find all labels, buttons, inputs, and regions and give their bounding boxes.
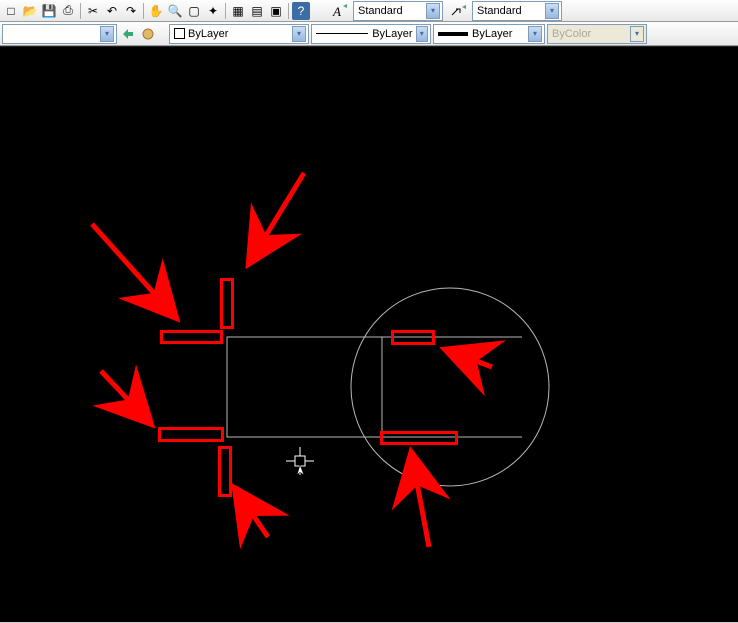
chevron-down-icon: ▾: [100, 26, 114, 42]
text-style-value: Standard: [358, 5, 403, 17]
help-icon[interactable]: ?: [292, 2, 310, 20]
annotation-box: [158, 427, 224, 442]
annotation-box: [220, 278, 234, 329]
chevron-down-icon: ▾: [416, 26, 428, 42]
plot-style-combo: ByColor ▾: [547, 24, 647, 44]
chevron-down-icon: ▾: [528, 26, 542, 42]
linetype-preview-icon: [316, 33, 368, 34]
cut-icon[interactable]: ✂: [84, 2, 102, 20]
annotation-arrow: [248, 173, 304, 265]
color-value: ByLayer: [188, 28, 228, 40]
layer-previous-icon[interactable]: [119, 25, 137, 43]
layer-states-icon[interactable]: [139, 25, 157, 43]
annotation-arrow: [444, 349, 492, 367]
separator: [80, 3, 81, 19]
zoom-window-icon[interactable]: ▢: [185, 2, 203, 20]
lineweight-preview-icon: [438, 32, 468, 36]
separator: [143, 3, 144, 19]
cad-drawing: [0, 47, 738, 623]
dim-style-combo[interactable]: Standard ▾: [472, 1, 562, 21]
toolbar-top: □ 📂 💾 ⎙ ✂ ↶ ↷ ✋ 🔍 ▢ ✦ ▦ ▤ ▣ ? A Standard…: [0, 0, 738, 22]
open-icon[interactable]: 📂: [21, 2, 39, 20]
tool-palettes-icon[interactable]: ▣: [267, 2, 285, 20]
chevron-down-icon: ▾: [545, 3, 559, 19]
separator: [288, 3, 289, 19]
pan-icon[interactable]: ✋: [147, 2, 165, 20]
save-icon[interactable]: 💾: [40, 2, 58, 20]
dim-style-icon: [449, 2, 471, 20]
annotation-box: [160, 330, 223, 344]
annotation-arrow: [92, 224, 177, 319]
undo-icon[interactable]: ↶: [103, 2, 121, 20]
redo-icon[interactable]: ↷: [122, 2, 140, 20]
dim-style-value: Standard: [477, 5, 522, 17]
annotation-box: [218, 446, 232, 497]
annotation-arrow: [234, 487, 268, 537]
plot-icon[interactable]: ⎙: [59, 2, 77, 20]
text-style-combo[interactable]: Standard ▾: [353, 1, 443, 21]
text-style-icon: A: [330, 2, 352, 20]
toolbar-properties: ▾ ByLayer ▾ ByLayer ▾ ByLayer ▾ ByColor …: [0, 22, 738, 46]
new-icon[interactable]: □: [2, 2, 20, 20]
annotation-arrow: [411, 451, 429, 547]
color-combo[interactable]: ByLayer ▾: [169, 24, 309, 44]
svg-text:A: A: [332, 4, 341, 19]
design-center-icon[interactable]: ▤: [248, 2, 266, 20]
color-swatch-icon: [174, 28, 185, 39]
chevron-down-icon: ▾: [630, 26, 644, 42]
properties-icon[interactable]: ▦: [229, 2, 247, 20]
linetype-value: ByLayer: [372, 28, 412, 40]
drawing-area[interactable]: [0, 46, 738, 622]
annotation-arrow: [101, 371, 152, 425]
linetype-combo[interactable]: ByLayer ▾: [311, 24, 431, 44]
plot-style-value: ByColor: [552, 28, 591, 40]
zoom-prev-icon[interactable]: ✦: [204, 2, 222, 20]
annotation-box: [391, 330, 435, 345]
chevron-down-icon: ▾: [426, 3, 440, 19]
lineweight-combo[interactable]: ByLayer ▾: [433, 24, 545, 44]
separator: [225, 3, 226, 19]
zoom-realtime-icon[interactable]: 🔍: [166, 2, 184, 20]
lineweight-value: ByLayer: [472, 28, 512, 40]
chevron-down-icon: ▾: [292, 26, 306, 42]
annotation-box: [380, 431, 458, 445]
layer-combo[interactable]: ▾: [2, 24, 117, 44]
